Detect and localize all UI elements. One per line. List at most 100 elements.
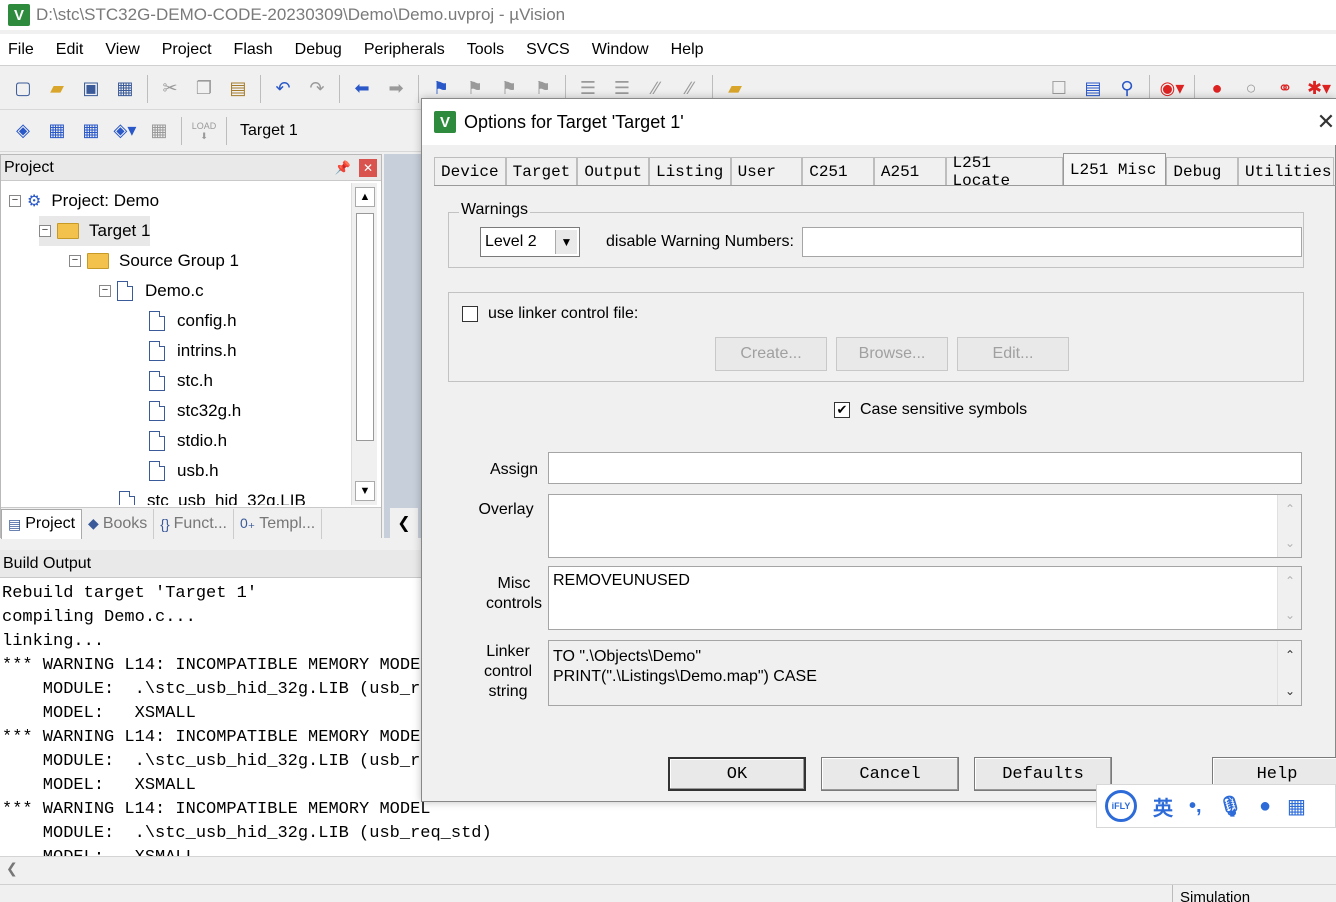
rebuild-icon[interactable]: ▦	[77, 117, 105, 145]
pin-icon[interactable]: 📌	[335, 160, 351, 176]
tree-item[interactable]: stc_usb_hid_32g.LIB	[99, 486, 306, 505]
punctuation-icon[interactable]: •,	[1189, 795, 1202, 818]
close-icon[interactable]: ✕	[1315, 109, 1336, 135]
navigate-back-icon[interactable]: ⬅	[348, 75, 376, 103]
linker-string-scrollbar[interactable]: ⌃ ⌄	[1277, 641, 1301, 705]
tree-item[interactable]: stdio.h	[129, 426, 227, 456]
scroll-thumb[interactable]	[356, 213, 374, 441]
tab-a251[interactable]: A251	[873, 157, 946, 185]
tab-c251[interactable]: C251	[802, 157, 874, 185]
disable-warnings-label: disable Warning Numbers:	[606, 233, 794, 250]
tab-device[interactable]: Device	[434, 157, 506, 185]
create-button[interactable]: Create...	[715, 337, 827, 371]
tree-item[interactable]: − Source Group 1	[69, 246, 239, 276]
menu-view[interactable]: View	[105, 41, 139, 59]
build-output-hscrollbar[interactable]: ❮	[0, 856, 1336, 880]
translate-icon[interactable]: ◈	[9, 117, 37, 145]
warning-level-select[interactable]: Level 2 ▼	[480, 227, 580, 257]
tab-debug[interactable]: Debug	[1166, 157, 1239, 185]
browse-button[interactable]: Browse...	[836, 337, 948, 371]
tab-templ[interactable]: 0₊ Templ...	[234, 508, 323, 539]
scroll-up-icon[interactable]: ▲	[355, 187, 375, 207]
misc-controls-input[interactable]: REMOVEUNUSED ⌃ ⌄	[548, 566, 1302, 630]
batch-build-icon[interactable]: ◈▾	[111, 117, 139, 145]
tab-utilities[interactable]: Utilities	[1238, 157, 1335, 185]
tab-listing[interactable]: Listing	[648, 157, 731, 185]
tab-project[interactable]: ▤ Project	[1, 508, 83, 539]
menu-tools[interactable]: Tools	[467, 41, 504, 59]
save-all-icon[interactable]: ▦	[111, 75, 139, 103]
tree-item[interactable]: stc32g.h	[129, 396, 241, 426]
chevron-up-icon[interactable]: ⌃	[1278, 571, 1302, 591]
assign-label: Assign	[489, 461, 539, 478]
collapse-icon[interactable]: −	[69, 255, 81, 267]
menu-file[interactable]: File	[8, 41, 34, 59]
download-load-icon[interactable]: LOAD ⬇	[190, 117, 218, 145]
ime-language-toggle[interactable]: 英	[1153, 792, 1173, 821]
undo-icon[interactable]: ↶	[269, 75, 297, 103]
menu-debug[interactable]: Debug	[295, 41, 342, 59]
tab-funct[interactable]: {} Funct...	[154, 508, 234, 539]
case-sensitive-checkbox[interactable]: ✔	[834, 402, 850, 418]
grid-menu-icon[interactable]: ▦	[1287, 794, 1306, 819]
tree-item[interactable]: − Demo.c	[99, 276, 204, 306]
tab-l251-misc[interactable]: L251 Misc	[1062, 153, 1167, 185]
scroll-left-icon[interactable]: ❮	[6, 860, 18, 877]
chevron-down-icon[interactable]: ▼	[555, 230, 577, 254]
collapse-icon[interactable]: −	[39, 225, 51, 237]
tree-scrollbar[interactable]: ▲ ▼	[351, 183, 377, 505]
menu-help[interactable]: Help	[671, 41, 704, 59]
tree-item[interactable]: usb.h	[129, 456, 219, 486]
chevron-down-icon[interactable]: ⌄	[1278, 681, 1302, 701]
menu-flash[interactable]: Flash	[234, 41, 273, 59]
overlay-scrollbar[interactable]: ⌃ ⌄	[1277, 495, 1301, 557]
tree-item[interactable]: intrins.h	[129, 336, 237, 366]
chevron-up-icon[interactable]: ⌃	[1278, 645, 1302, 665]
menu-peripherals[interactable]: Peripherals	[364, 41, 445, 59]
misc-controls-scrollbar[interactable]: ⌃ ⌄	[1277, 567, 1301, 629]
tab-books[interactable]: ◆ Books	[82, 508, 155, 539]
collapse-icon[interactable]: −	[9, 195, 21, 207]
use-linker-control-file-checkbox[interactable]	[462, 306, 478, 322]
copy-icon[interactable]: ❐	[190, 75, 218, 103]
collapse-icon[interactable]: −	[99, 285, 111, 297]
tab-target[interactable]: Target	[505, 157, 578, 185]
tab-user[interactable]: User	[730, 157, 803, 185]
open-folder-icon[interactable]: ▰	[43, 75, 71, 103]
target-select[interactable]: Target 1	[240, 122, 298, 140]
stop-build-icon[interactable]: ▦	[145, 117, 173, 145]
redo-icon[interactable]: ↷	[303, 75, 331, 103]
microphone-icon[interactable]: 🎙	[1218, 794, 1243, 819]
disable-warnings-input[interactable]	[802, 227, 1302, 257]
close-icon[interactable]: ✕	[359, 158, 377, 177]
tree-item[interactable]: config.h	[129, 306, 237, 336]
overlay-input[interactable]: ⌃ ⌄	[548, 494, 1302, 558]
ok-button[interactable]: OK	[668, 757, 806, 791]
menu-window[interactable]: Window	[592, 41, 649, 59]
scroll-down-icon[interactable]: ▼	[355, 481, 375, 501]
edit-button[interactable]: Edit...	[957, 337, 1069, 371]
tree-item[interactable]: stc.h	[129, 366, 213, 396]
save-icon[interactable]: ▣	[77, 75, 105, 103]
assign-input[interactable]	[548, 452, 1302, 484]
build-icon[interactable]: ▦	[43, 117, 71, 145]
scroll-left-icon[interactable]: ❮	[390, 508, 418, 538]
ifly-logo-icon[interactable]: iFLY	[1105, 790, 1137, 822]
menu-svcs[interactable]: SVCS	[526, 41, 570, 59]
menu-project[interactable]: Project	[162, 41, 212, 59]
tree-item[interactable]: − ⚙ Project: Demo	[9, 186, 159, 216]
tab-l251-locate[interactable]: L251 Locate	[945, 154, 1063, 190]
chevron-up-icon[interactable]: ⌃	[1278, 499, 1302, 519]
tab-output[interactable]: Output	[577, 157, 649, 185]
cancel-button[interactable]: Cancel	[821, 757, 959, 791]
menu-edit[interactable]: Edit	[56, 41, 84, 59]
defaults-button[interactable]: Defaults	[974, 757, 1112, 791]
paste-icon[interactable]: ▤	[224, 75, 252, 103]
cut-icon[interactable]: ✂	[156, 75, 184, 103]
navigate-forward-icon[interactable]: ➡	[382, 75, 410, 103]
chevron-down-icon[interactable]: ⌄	[1278, 533, 1302, 553]
new-file-icon[interactable]: ▢	[9, 75, 37, 103]
chevron-down-icon[interactable]: ⌄	[1278, 605, 1302, 625]
tree-item[interactable]: − Target 1	[39, 216, 151, 246]
user-icon[interactable]: ●	[1259, 795, 1271, 818]
